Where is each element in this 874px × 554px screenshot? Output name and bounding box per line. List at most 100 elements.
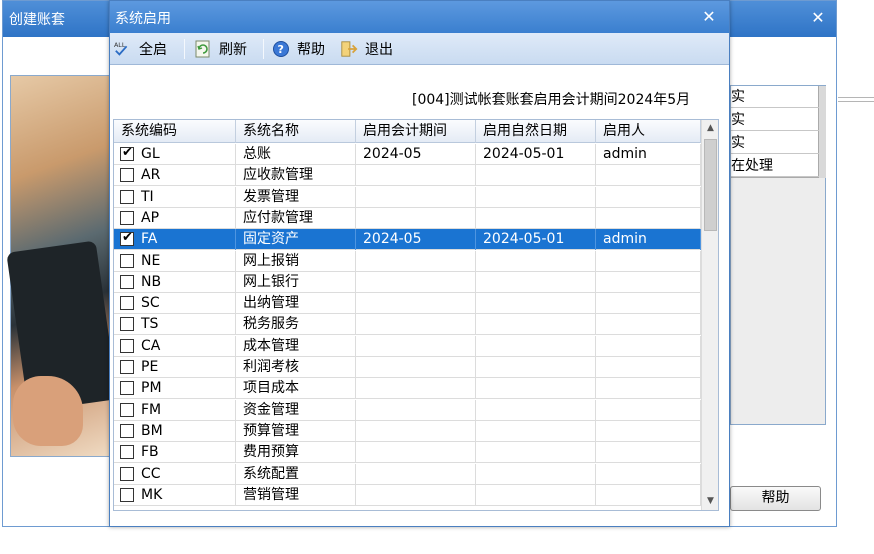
table-row[interactable]: NB 网上银行 [114,271,701,293]
cell-date-text [476,359,483,375]
column-header-name[interactable]: 系统名称 [236,120,356,143]
select-all-button[interactable]: ALL 全启 [114,37,167,61]
cell-date [476,165,596,187]
enable-checkbox[interactable]: ✔ [120,230,134,247]
system-code: TS [141,316,159,333]
table-row[interactable]: BM 预算管理 [114,420,701,442]
cell-period-text [356,253,363,269]
enable-checkbox[interactable] [120,168,134,183]
cell-code: ✔ GL [114,144,236,165]
table-row[interactable]: PM 项目成本 [114,378,701,400]
bg-list-item[interactable]: 实 [731,86,819,108]
toolbar-separator [184,39,185,59]
enable-checkbox[interactable] [120,402,134,417]
enable-checkbox[interactable] [120,360,134,374]
table-row[interactable]: CC 系统配置 [114,463,701,485]
cell-code: NB [114,271,236,293]
table-row[interactable]: AP 应付款管理 [114,207,701,229]
bg-list-item[interactable]: 实 [731,109,819,131]
column-header-code[interactable]: 系统编码 [114,120,236,143]
cell-date-text [476,274,483,290]
cell-period [356,420,476,442]
column-header-date[interactable]: 启用自然日期 [476,120,596,143]
cell-user-text [596,359,603,375]
table-row[interactable]: CA 成本管理 [114,335,701,357]
cell-date-text [476,402,483,418]
cell-code: AP [114,207,236,229]
cell-period-text [356,423,363,439]
cell-period-text: 2024-05 [363,146,422,162]
cell-user-text [596,167,603,183]
cell-date [476,207,596,229]
cell-period [356,335,476,357]
cell-date-text [476,189,483,205]
bg-window-title: 创建账套 [9,12,65,28]
bg-list: 实 实 实 在处理 [731,86,819,178]
cell-date [476,293,596,315]
scroll-up-icon[interactable]: ▲ [702,120,718,137]
cell-period [356,399,476,421]
scroll-thumb[interactable] [704,139,717,231]
enable-checkbox[interactable] [120,487,134,502]
system-code: GL [141,146,160,162]
enable-checkbox[interactable] [120,423,134,438]
table-row[interactable]: AR 应收款管理 [114,165,701,187]
refresh-button[interactable]: 刷新 [194,37,247,61]
cell-period-text [356,402,363,418]
bg-close-icon[interactable]: ✕ [807,7,829,29]
enable-checkbox[interactable] [120,445,134,460]
help-button[interactable]: ? 帮助 [272,37,325,61]
cell-name-text: 资金管理 [243,401,299,418]
cell-user [596,378,701,400]
bg-help-button[interactable]: 帮助 [730,486,821,511]
enable-checkbox[interactable] [120,317,134,332]
cell-name: 网上银行 [236,271,356,293]
cell-user-text: admin [603,231,647,248]
cell-period-text [356,316,363,332]
table-row[interactable]: ✔ GL 总账 2024-05 2024-05-01 admin [114,144,701,165]
table-row[interactable]: SC 出纳管理 [114,293,701,315]
cell-code: PE [114,357,236,378]
cell-date-text [476,253,483,269]
cell-date [476,420,596,442]
table-row[interactable]: PE 利润考核 [114,357,701,378]
cell-name: 营销管理 [236,484,356,506]
cell-user [596,186,701,208]
cell-name-text: 发票管理 [243,188,299,205]
system-code: MK [141,486,163,503]
bg-list-scrollbar[interactable] [819,86,826,178]
cell-name: 项目成本 [236,378,356,400]
table-row[interactable]: NE 网上报销 [114,250,701,272]
enable-checkbox[interactable] [120,466,134,481]
enable-checkbox[interactable] [120,296,134,311]
scroll-down-icon[interactable]: ▼ [702,493,718,510]
enable-checkbox[interactable]: ✔ [120,145,134,161]
table-row[interactable]: MK 营销管理 [114,484,701,506]
cell-date-text [476,316,483,332]
svg-text:?: ? [278,43,284,56]
enable-checkbox[interactable] [120,274,134,289]
exit-button[interactable]: 退出 [340,37,393,61]
enable-checkbox[interactable] [120,381,134,396]
table-row[interactable]: TI 发票管理 [114,186,701,208]
table-row[interactable]: ✔ FA 固定资产 2024-05 2024-05-01 admin [114,229,701,251]
grid-scrollbar[interactable]: ▲ ▼ [701,120,718,510]
table-row[interactable]: TS 税务服务 [114,314,701,336]
cell-user-text: admin [603,146,647,162]
cell-code: TS [114,314,236,336]
enable-checkbox[interactable] [120,253,134,268]
enable-checkbox[interactable] [120,210,134,225]
enable-checkbox[interactable] [120,189,134,204]
bg-list-item[interactable]: 在处理 [731,155,819,177]
enable-checkbox[interactable] [120,338,134,353]
close-icon[interactable]: ✕ [698,6,720,28]
column-header-user[interactable]: 启用人 [596,120,701,143]
table-row[interactable]: FB 费用预算 [114,442,701,464]
cell-period [356,442,476,464]
cell-period-text: 2024-05 [363,231,422,248]
cell-user [596,484,701,506]
bg-list-item[interactable]: 实 [731,132,819,154]
table-row[interactable]: FM 资金管理 [114,399,701,421]
cell-name: 出纳管理 [236,293,356,315]
column-header-period[interactable]: 启用会计期间 [356,120,476,143]
